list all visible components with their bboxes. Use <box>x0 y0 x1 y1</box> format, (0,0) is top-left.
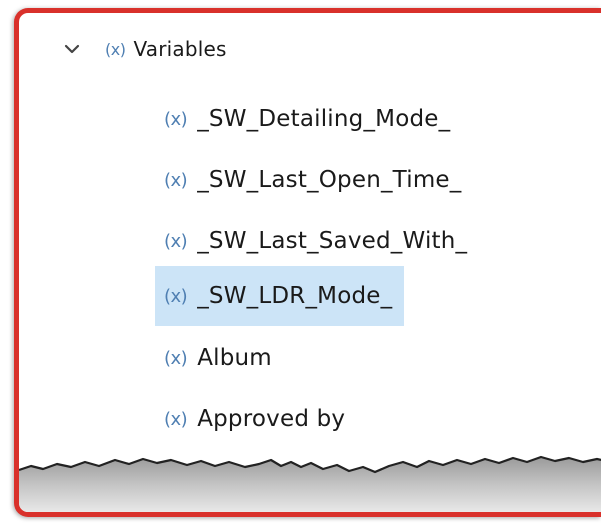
tree-item-sw-last-saved-with[interactable]: (x) _SW_Last_Saved_With_ <box>164 219 467 263</box>
variable-icon: (x) <box>164 285 188 307</box>
tree-item-label: _SW_LDR_Mode_ <box>197 283 393 309</box>
tree-item-sw-ldr-mode[interactable]: (x) _SW_LDR_Mode_ <box>155 266 405 326</box>
tree-item-approved-by[interactable]: (x) Approved by <box>164 397 345 441</box>
tree-item-label: _SW_Last_Open_Time_ <box>197 167 462 193</box>
variable-icon: (x) <box>164 230 188 252</box>
chevron-down-icon[interactable] <box>59 36 85 62</box>
tree-item-label: _SW_Last_Saved_With_ <box>197 228 468 254</box>
variable-icon: (x) <box>164 108 188 130</box>
tree-item-sw-last-open-time[interactable]: (x) _SW_Last_Open_Time_ <box>164 158 461 202</box>
variable-icon: (x) <box>164 347 188 369</box>
screenshot-frame: (x) Variables (x) _SW_Detailing_Mode_ (x… <box>14 8 601 517</box>
variable-icon: (x) <box>164 408 188 430</box>
tree-node-variables[interactable]: (x) Variables <box>59 27 227 71</box>
tree-item-label: _SW_Detailing_Mode_ <box>197 106 451 132</box>
variable-icon: (x) <box>164 169 188 191</box>
tree-item-album[interactable]: (x) Album <box>164 336 272 380</box>
tree-item-label: Approved by <box>197 406 346 432</box>
variable-icon: (x) <box>105 39 126 59</box>
tree-item-sw-detailing-mode[interactable]: (x) _SW_Detailing_Mode_ <box>164 97 450 141</box>
tree-item-label: Album <box>197 345 272 371</box>
tree-node-label: Variables <box>133 37 227 61</box>
torn-edge <box>19 455 601 512</box>
